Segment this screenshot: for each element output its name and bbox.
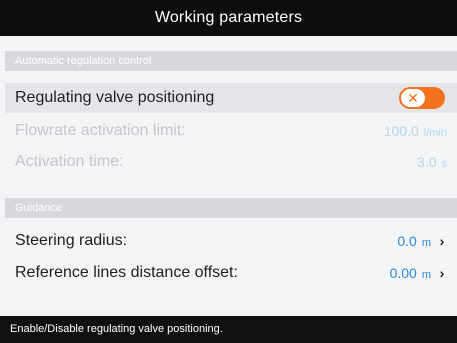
steering-radius-number: 0.0 bbox=[397, 233, 417, 249]
regulating-valve-label: Regulating valve positioning bbox=[15, 89, 215, 106]
chevron-right-icon[interactable]: › bbox=[437, 265, 447, 281]
flowrate-limit-number: 100.0 bbox=[383, 123, 419, 139]
flowrate-limit-label: Flowrate activation limit: bbox=[15, 122, 186, 139]
ref-lines-offset-number: 0.00 bbox=[389, 265, 417, 281]
window-title: Working parameters bbox=[0, 0, 457, 36]
activation-time-unit: s bbox=[441, 158, 448, 170]
ref-lines-offset-row[interactable]: Reference lines distance offset: 0.00 m … bbox=[5, 258, 457, 288]
regulating-valve-toggle[interactable]: ✕ bbox=[399, 87, 445, 109]
status-bar: Enable/Disable regulating valve position… bbox=[0, 316, 457, 343]
chevron-right-icon[interactable]: › bbox=[437, 233, 447, 249]
flowrate-limit-row: Flowrate activation limit: 100.0 l/min bbox=[5, 116, 457, 146]
regulating-valve-row[interactable]: Regulating valve positioning ✕ bbox=[5, 83, 457, 113]
section-header-guidance: Guidance bbox=[5, 198, 457, 218]
steering-radius-label: Steering radius: bbox=[15, 232, 128, 249]
ref-lines-offset-label: Reference lines distance offset: bbox=[15, 264, 238, 281]
activation-time-value: 3.0 s bbox=[417, 154, 447, 170]
parameters-panel: Automatic regulation control Regulating … bbox=[0, 36, 457, 316]
section-header-auto-regulation: Automatic regulation control bbox=[5, 51, 457, 71]
activation-time-number: 3.0 bbox=[417, 154, 437, 170]
ref-lines-offset-value: 0.00 m bbox=[390, 265, 431, 281]
flowrate-limit-value: 100.0 l/min bbox=[384, 123, 447, 139]
steering-radius-row[interactable]: Steering radius: 0.0 m › bbox=[5, 226, 457, 256]
ref-lines-offset-unit: m bbox=[421, 269, 431, 281]
steering-radius-unit: m bbox=[421, 237, 431, 249]
flowrate-limit-unit: l/min bbox=[423, 127, 447, 139]
steering-radius-value: 0.0 m bbox=[397, 233, 431, 249]
toggle-off-icon: ✕ bbox=[401, 89, 425, 107]
activation-time-row: Activation time: 3.0 s bbox=[5, 147, 457, 177]
activation-time-label: Activation time: bbox=[15, 153, 124, 170]
